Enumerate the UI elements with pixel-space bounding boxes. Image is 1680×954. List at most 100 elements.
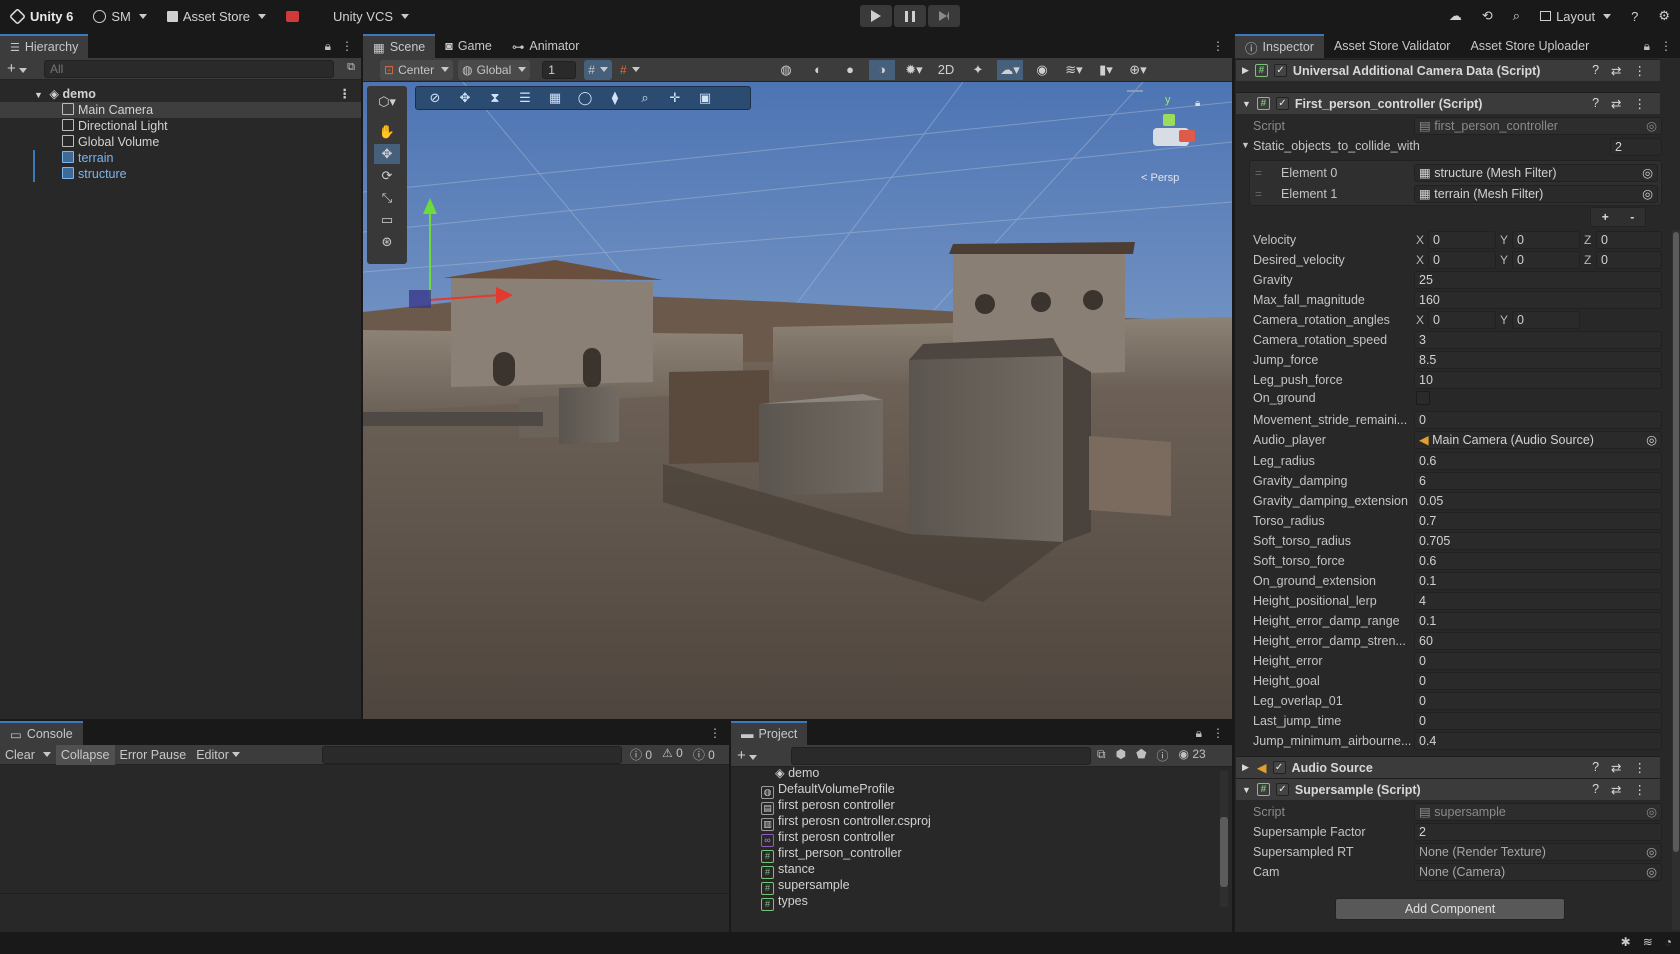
scene-row[interactable]: ▼ ◈ demo ⋮ xyxy=(0,86,361,102)
distribute-icon[interactable]: ☰ xyxy=(512,88,538,108)
snap-grid-icon[interactable]: ▦ xyxy=(542,88,568,108)
magnify-icon[interactable]: ⌕ xyxy=(632,88,658,108)
component-header-audio-source[interactable]: ▶ ◀ ✓ Audio Source ? ⇄ ⋮ xyxy=(1236,756,1660,778)
list-add-button[interactable]: + xyxy=(1602,210,1609,224)
desired-velocity-x-field[interactable]: 0 xyxy=(1428,251,1496,269)
hierarchy-item-main-camera[interactable]: Main Camera xyxy=(0,102,361,118)
unity-vcs-dropdown[interactable]: Unity VCS xyxy=(323,0,419,32)
rect-tool-icon[interactable]: ▭ xyxy=(374,210,400,230)
element-1-field[interactable]: ▦ terrain (Mesh Filter) ◎ xyxy=(1414,185,1658,203)
gizmo-lock-icon[interactable]: 🔒︎ xyxy=(1195,98,1200,109)
more-icon[interactable]: ⋮ xyxy=(1634,96,1647,111)
asset-store-dropdown[interactable]: Asset Store xyxy=(157,0,276,32)
object-picker-icon[interactable]: ◎ xyxy=(1642,186,1653,202)
rotate-tool-icon[interactable]: ⟳ xyxy=(374,166,400,186)
property-field[interactable]: 0 xyxy=(1414,692,1662,710)
object-picker-icon[interactable]: ◎ xyxy=(1646,804,1657,820)
property-field[interactable]: 0 xyxy=(1414,712,1662,730)
error-pause-toggle[interactable]: Error Pause xyxy=(115,745,192,765)
property-field[interactable]: 0.4 xyxy=(1414,732,1662,750)
supersample-factor-field[interactable]: 2 xyxy=(1414,823,1662,841)
scene-viewport[interactable]: ⬡▾ ✋ ✥ ⟳ ⤡ ▭ ⊛ ⊘ ✥ ⧗ ☰ ▦ ◯ ⧫ ⌕ ✛ ▣ y 🔒︎ … xyxy=(363,82,1232,719)
view-options-cube-icon[interactable]: ⬡▾ xyxy=(374,92,400,112)
property-field[interactable]: 4 xyxy=(1414,592,1662,610)
search-filter-icon[interactable]: ⧉ xyxy=(347,61,355,74)
property-field[interactable]: 0.6 xyxy=(1414,552,1662,570)
property-field[interactable]: 60 xyxy=(1414,632,1662,650)
cloud-icon[interactable]: ☁ xyxy=(1439,0,1472,32)
more-icon[interactable]: ⋮ xyxy=(1634,63,1647,78)
drag-handle-icon[interactable]: = xyxy=(1255,166,1262,180)
element-0-field[interactable]: ▦ structure (Mesh Filter) ◎ xyxy=(1414,164,1658,182)
settings-gear-icon[interactable]: ⚙ xyxy=(1648,0,1680,32)
project-item-vs-project[interactable]: ∞ first perosn controller xyxy=(761,829,895,847)
camera-rotation-speed-field[interactable]: 3 xyxy=(1414,331,1662,349)
search-icon[interactable]: ⌕ xyxy=(1503,0,1530,32)
scale-tool-icon[interactable]: ⤡ xyxy=(374,188,400,208)
property-field[interactable]: 0.1 xyxy=(1414,612,1662,630)
layers-icon[interactable]: ≋▾ xyxy=(1061,60,1087,80)
property-field[interactable]: 0 xyxy=(1414,652,1662,670)
cloud-build-button[interactable] xyxy=(276,0,309,32)
component-header-first-person-controller[interactable]: ▼ # ✓ First_person_controller (Script) ?… xyxy=(1236,92,1660,114)
camera-rotation-y-field[interactable]: 0 xyxy=(1512,311,1580,329)
tab-console[interactable]: ▭ Console xyxy=(0,721,83,745)
error-count-toggle[interactable]: ⓘ 0 xyxy=(693,746,715,763)
property-field[interactable]: 0.05 xyxy=(1414,492,1662,510)
log-filter-icon[interactable]: ⓘ xyxy=(1157,747,1169,764)
leg-push-force-field[interactable]: 10 xyxy=(1414,371,1662,389)
step-button[interactable] xyxy=(928,5,960,27)
collapse-toggle[interactable]: Collapse xyxy=(55,744,115,765)
project-item-script-supersample[interactable]: # supersample xyxy=(761,877,850,895)
presets-icon[interactable]: ⇄ xyxy=(1611,63,1621,78)
more-icon[interactable]: ⋮ xyxy=(1634,760,1647,775)
scrollbar-thumb[interactable] xyxy=(1220,817,1228,887)
help-icon[interactable]: ? xyxy=(1592,782,1599,797)
play-button[interactable] xyxy=(860,5,892,27)
list-remove-button[interactable]: - xyxy=(1630,210,1634,224)
pivot-move-icon[interactable]: ✥ xyxy=(452,88,478,108)
help-icon[interactable]: ? xyxy=(1592,96,1599,111)
editor-dropdown[interactable]: Editor xyxy=(191,745,245,765)
list-size-field[interactable]: 2 xyxy=(1610,138,1662,156)
property-field[interactable]: 6 xyxy=(1414,472,1662,490)
lock-icon[interactable]: 🔒︎ xyxy=(1196,726,1202,741)
orientation-gizmo[interactable]: y 🔒︎ < Persp xyxy=(1141,94,1223,194)
on-ground-checkbox[interactable] xyxy=(1416,391,1430,405)
unity-menu[interactable]: Unity 6 xyxy=(0,0,83,32)
snap-increment-input[interactable] xyxy=(542,60,577,79)
label-filter-icon[interactable]: ⬟ xyxy=(1136,747,1146,764)
circle-icon[interactable]: ◯ xyxy=(572,88,598,108)
tab-game[interactable]: ◙ Game xyxy=(435,34,502,58)
presets-icon[interactable]: ⇄ xyxy=(1611,782,1621,797)
effects-toggle-icon[interactable]: ☁▾ xyxy=(997,59,1023,80)
expand-arrow-icon[interactable]: ▼ xyxy=(1242,99,1251,109)
property-field[interactable]: 0 xyxy=(1414,672,1662,690)
object-picker-icon[interactable]: ◎ xyxy=(1642,165,1653,181)
object-picker-icon[interactable]: ◎ xyxy=(1646,118,1657,134)
list-label[interactable]: Static_objects_to_collide_with xyxy=(1253,139,1483,153)
camera-settings-icon[interactable]: ▮▾ xyxy=(1093,60,1119,80)
help-icon[interactable]: ? xyxy=(1621,0,1648,32)
lit-mode-icon[interactable]: ◑ xyxy=(869,59,895,80)
expand-arrow-icon[interactable]: ▼ xyxy=(1242,785,1251,795)
lock-icon[interactable]: 🔒︎ xyxy=(1644,39,1650,54)
progress-check-icon[interactable]: ◔ xyxy=(1665,935,1672,949)
max-fall-magnitude-field[interactable]: 160 xyxy=(1414,291,1662,309)
move-tool-icon[interactable]: ✥ xyxy=(374,144,400,164)
account-dropdown[interactable]: SM xyxy=(83,0,157,32)
project-item-script-controller[interactable]: # first_person_controller xyxy=(761,845,902,863)
expand-arrow-icon[interactable]: ▼ xyxy=(1241,140,1250,150)
more-icon[interactable]: ⋮ xyxy=(1660,39,1672,54)
align-icon[interactable]: ⧗ xyxy=(482,88,508,108)
create-button[interactable]: + xyxy=(737,747,757,764)
hierarchy-search-input[interactable] xyxy=(44,60,334,78)
expand-arrow-icon[interactable]: ▶ xyxy=(1242,65,1249,76)
layers-stack-icon[interactable]: ⧫ xyxy=(602,88,628,108)
projection-label[interactable]: < Persp xyxy=(1141,172,1179,184)
warning-count-toggle[interactable]: ⚠ 0 xyxy=(662,746,683,763)
gizmos-icon[interactable]: ⊕▾ xyxy=(1125,60,1151,80)
object-picker-icon[interactable]: ◎ xyxy=(1646,844,1657,860)
property-field[interactable]: 0.6 xyxy=(1414,452,1662,470)
overlay-handle[interactable] xyxy=(1127,90,1143,92)
